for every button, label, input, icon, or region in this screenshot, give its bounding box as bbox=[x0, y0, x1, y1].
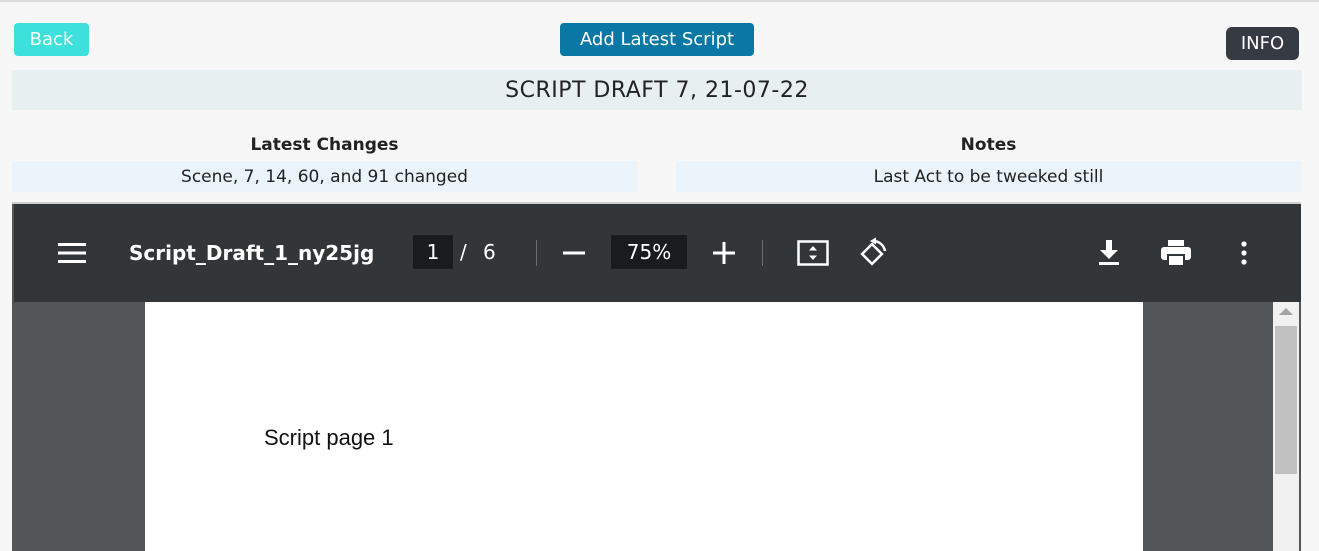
zoom-level-input[interactable]: 75% bbox=[611, 235, 687, 269]
page-total: 6 bbox=[483, 240, 496, 264]
fit-page-icon[interactable] bbox=[795, 235, 831, 271]
zoom-in-icon[interactable] bbox=[709, 237, 739, 269]
back-button[interactable]: Back bbox=[14, 23, 89, 56]
more-vert-icon[interactable] bbox=[1232, 236, 1256, 270]
print-icon[interactable] bbox=[1159, 236, 1193, 270]
zoom-out-icon[interactable] bbox=[559, 237, 589, 269]
latest-changes-label: Latest Changes bbox=[250, 135, 399, 155]
document-title: Script_Draft_1_ny25jg bbox=[129, 241, 375, 265]
pdf-toolbar: Script_Draft_1_ny25jg 1 / 6 75% bbox=[14, 204, 1301, 302]
pdf-viewer: Script_Draft_1_ny25jg 1 / 6 75% Script p… bbox=[12, 202, 1301, 551]
scroll-thumb[interactable] bbox=[1275, 326, 1297, 474]
notes-label: Notes bbox=[960, 135, 1017, 155]
vertical-scrollbar[interactable] bbox=[1273, 302, 1299, 551]
toolbar-divider bbox=[536, 240, 537, 266]
latest-changes-value: Scene, 7, 14, 60, and 91 changed bbox=[12, 161, 637, 192]
menu-icon[interactable] bbox=[56, 237, 88, 269]
script-title: SCRIPT DRAFT 7, 21-07-22 bbox=[12, 70, 1302, 110]
scroll-up-arrow-icon[interactable] bbox=[1279, 308, 1293, 315]
notes-value: Last Act to be tweeked still bbox=[676, 161, 1301, 192]
page-number-input[interactable]: 1 bbox=[413, 235, 453, 269]
top-border bbox=[0, 0, 1319, 2]
toolbar-divider bbox=[762, 240, 763, 266]
pdf-page: Script page 1 bbox=[145, 302, 1143, 551]
page-separator: / bbox=[460, 240, 467, 264]
info-button[interactable]: INFO bbox=[1226, 27, 1299, 60]
download-icon[interactable] bbox=[1094, 236, 1124, 270]
add-latest-script-button[interactable]: Add Latest Script bbox=[560, 23, 754, 56]
rotate-icon[interactable] bbox=[855, 235, 891, 271]
page-text: Script page 1 bbox=[264, 425, 394, 450]
